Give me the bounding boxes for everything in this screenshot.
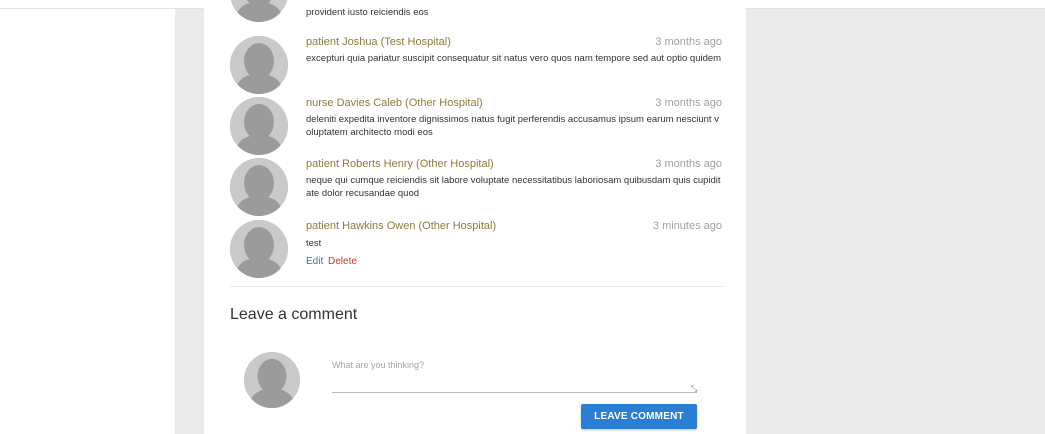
current-user-avatar-icon [244, 352, 300, 408]
section-divider [230, 286, 724, 287]
comments-card: provident iusto reiciendis eos patient J… [204, 0, 746, 434]
comment-timestamp: 3 months ago [655, 158, 722, 170]
user-avatar-icon [230, 0, 288, 22]
user-avatar-icon [230, 158, 288, 216]
comment-author: patient Joshua (Test Hospital) [306, 36, 451, 48]
comment-author: nurse Davies Caleb (Other Hospital) [306, 97, 483, 109]
delete-comment-link[interactable]: Delete [328, 256, 357, 267]
comment-text: deleniti expedita inventore dignissimos … [306, 114, 719, 138]
comment-text: test [306, 238, 322, 249]
user-avatar-icon [230, 36, 288, 94]
comment-author: patient Hawkins Owen (Other Hospital) [306, 220, 497, 232]
leave-comment-heading: Leave a comment [230, 306, 358, 323]
comment-timestamp: 3 months ago [655, 97, 722, 109]
comment-author: patient Roberts Henry (Other Hospital) [306, 158, 494, 170]
comment-text: excepturi quia pariatur suscipit consequ… [306, 53, 722, 64]
user-avatar-icon [230, 97, 288, 155]
user-avatar-icon [230, 220, 288, 278]
comment-timestamp: 3 months ago [655, 36, 722, 48]
resize-handle-icon[interactable]: ⤡ [691, 384, 697, 394]
comment-textarea[interactable] [332, 360, 697, 393]
leave-comment-button[interactable]: LEAVE COMMENT [581, 404, 697, 429]
comment-actions: Edit Delete [306, 256, 357, 267]
comment-text: neque qui cumque reiciendis sit labore v… [306, 175, 721, 199]
comment-text: provident iusto reiciendis eos [306, 7, 429, 18]
edit-comment-link[interactable]: Edit [306, 256, 323, 267]
comment-timestamp: 3 minutes ago [652, 220, 722, 232]
